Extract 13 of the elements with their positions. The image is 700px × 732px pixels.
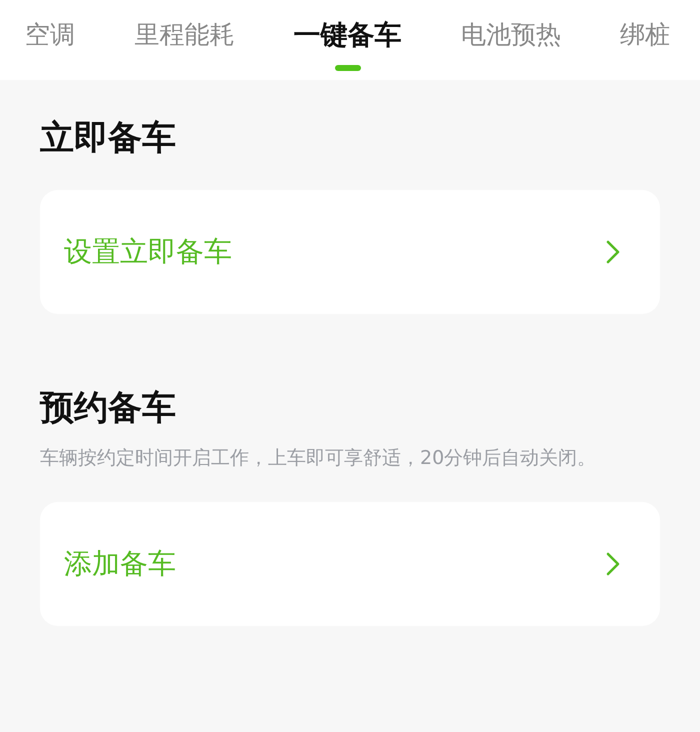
chevron-right-icon xyxy=(606,552,620,576)
section-title: 立即备车 xyxy=(40,117,177,160)
section-description: 车辆按约定时间开启工作，上车即可享舒适，20分钟后自动关闭。 xyxy=(40,446,598,471)
tab-indicator xyxy=(334,65,360,71)
tab[interactable]: 一键备车 xyxy=(294,0,402,71)
tab[interactable]: 里程能耗 xyxy=(134,0,234,51)
setting-row[interactable]: 设置立即备车 xyxy=(40,190,660,314)
section-title: 预约备车 xyxy=(40,387,177,430)
setting-row[interactable]: 添加备车 xyxy=(40,502,660,626)
tab[interactable]: 绑桩 xyxy=(620,0,670,51)
tab[interactable]: 电池预热 xyxy=(460,0,561,51)
tab[interactable]: 空调 xyxy=(25,0,75,51)
chevron-right-icon xyxy=(606,240,620,264)
